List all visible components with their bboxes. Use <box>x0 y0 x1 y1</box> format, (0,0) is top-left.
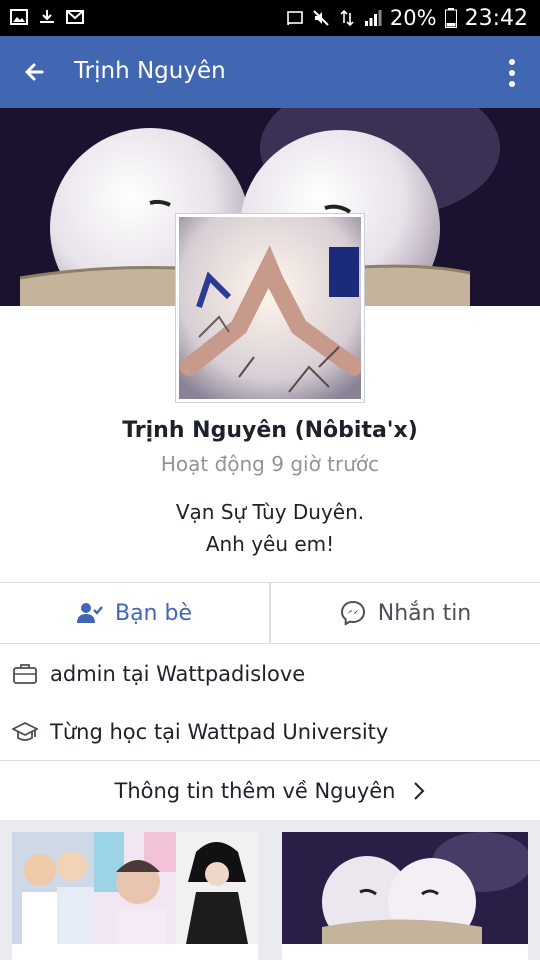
photo-thumbnail <box>282 832 528 944</box>
friends-card[interactable] <box>12 832 258 960</box>
graduation-cap-icon <box>12 721 38 741</box>
last-active: Hoạt động 9 giờ trước <box>160 452 380 476</box>
app-bar: Trịnh Nguyên <box>0 36 540 108</box>
friend-thumbnail <box>12 832 94 944</box>
briefcase-icon <box>13 664 37 684</box>
chevron-right-icon <box>414 781 425 800</box>
clock: 23:42 <box>464 5 528 31</box>
friend-check-icon <box>76 603 103 623</box>
friends-thumbnails <box>12 832 258 944</box>
messenger-icon <box>340 600 365 626</box>
profile-bio: Vạn Sự Tùy Duyên. Anh yêu em! <box>0 496 540 560</box>
profile-picture[interactable] <box>176 214 364 402</box>
education-info: Từng học tại Wattpad University <box>0 704 540 760</box>
bio-line-1: Vạn Sự Tùy Duyên. <box>175 500 365 524</box>
data-icon <box>340 9 354 27</box>
friend-thumbnail <box>176 832 258 944</box>
friends-button[interactable]: Bạn bè <box>0 583 271 643</box>
status-bar: 20% 23:42 <box>0 0 540 36</box>
friend-thumbnail <box>94 832 176 944</box>
work-text: admin tại Wattpadislove <box>50 662 306 686</box>
education-text: Từng học tại Wattpad University <box>50 720 389 744</box>
profile-actions: Bạn bè Nhắn tin <box>0 582 540 644</box>
photos-card[interactable] <box>282 832 528 960</box>
message-button[interactable]: Nhắn tin <box>271 583 540 643</box>
more-about-button[interactable]: Thông tin thêm về Nguyên <box>0 760 540 820</box>
profile-picture-image <box>179 217 361 399</box>
work-info: admin tại Wattpadislove <box>0 646 540 702</box>
battery-percent: 20% <box>389 6 437 30</box>
battery-icon <box>444 8 457 28</box>
profile-name: Trịnh Nguyên (Nôbita'x) <box>122 418 418 443</box>
more-about-label: Thông tin thêm về Nguyên <box>114 778 396 803</box>
arrow-left-icon[interactable] <box>18 58 50 86</box>
message-label: Nhắn tin <box>377 600 472 626</box>
bio-line-2: Anh yêu em! <box>205 532 335 556</box>
status-right-icons: 20% 23:42 <box>286 4 528 32</box>
cast-icon <box>287 11 303 26</box>
status-left-icons <box>10 8 84 26</box>
signal-icon <box>364 10 382 26</box>
mail-icon <box>66 10 84 24</box>
friends-label: Bạn bè <box>114 600 192 626</box>
photos-thumbnails <box>282 832 528 944</box>
download-icon <box>40 10 54 23</box>
page-title: Trịnh Nguyên <box>74 58 226 84</box>
more-vert-icon[interactable] <box>506 58 518 88</box>
gallery-icon <box>10 9 28 25</box>
mute-icon <box>313 10 329 26</box>
